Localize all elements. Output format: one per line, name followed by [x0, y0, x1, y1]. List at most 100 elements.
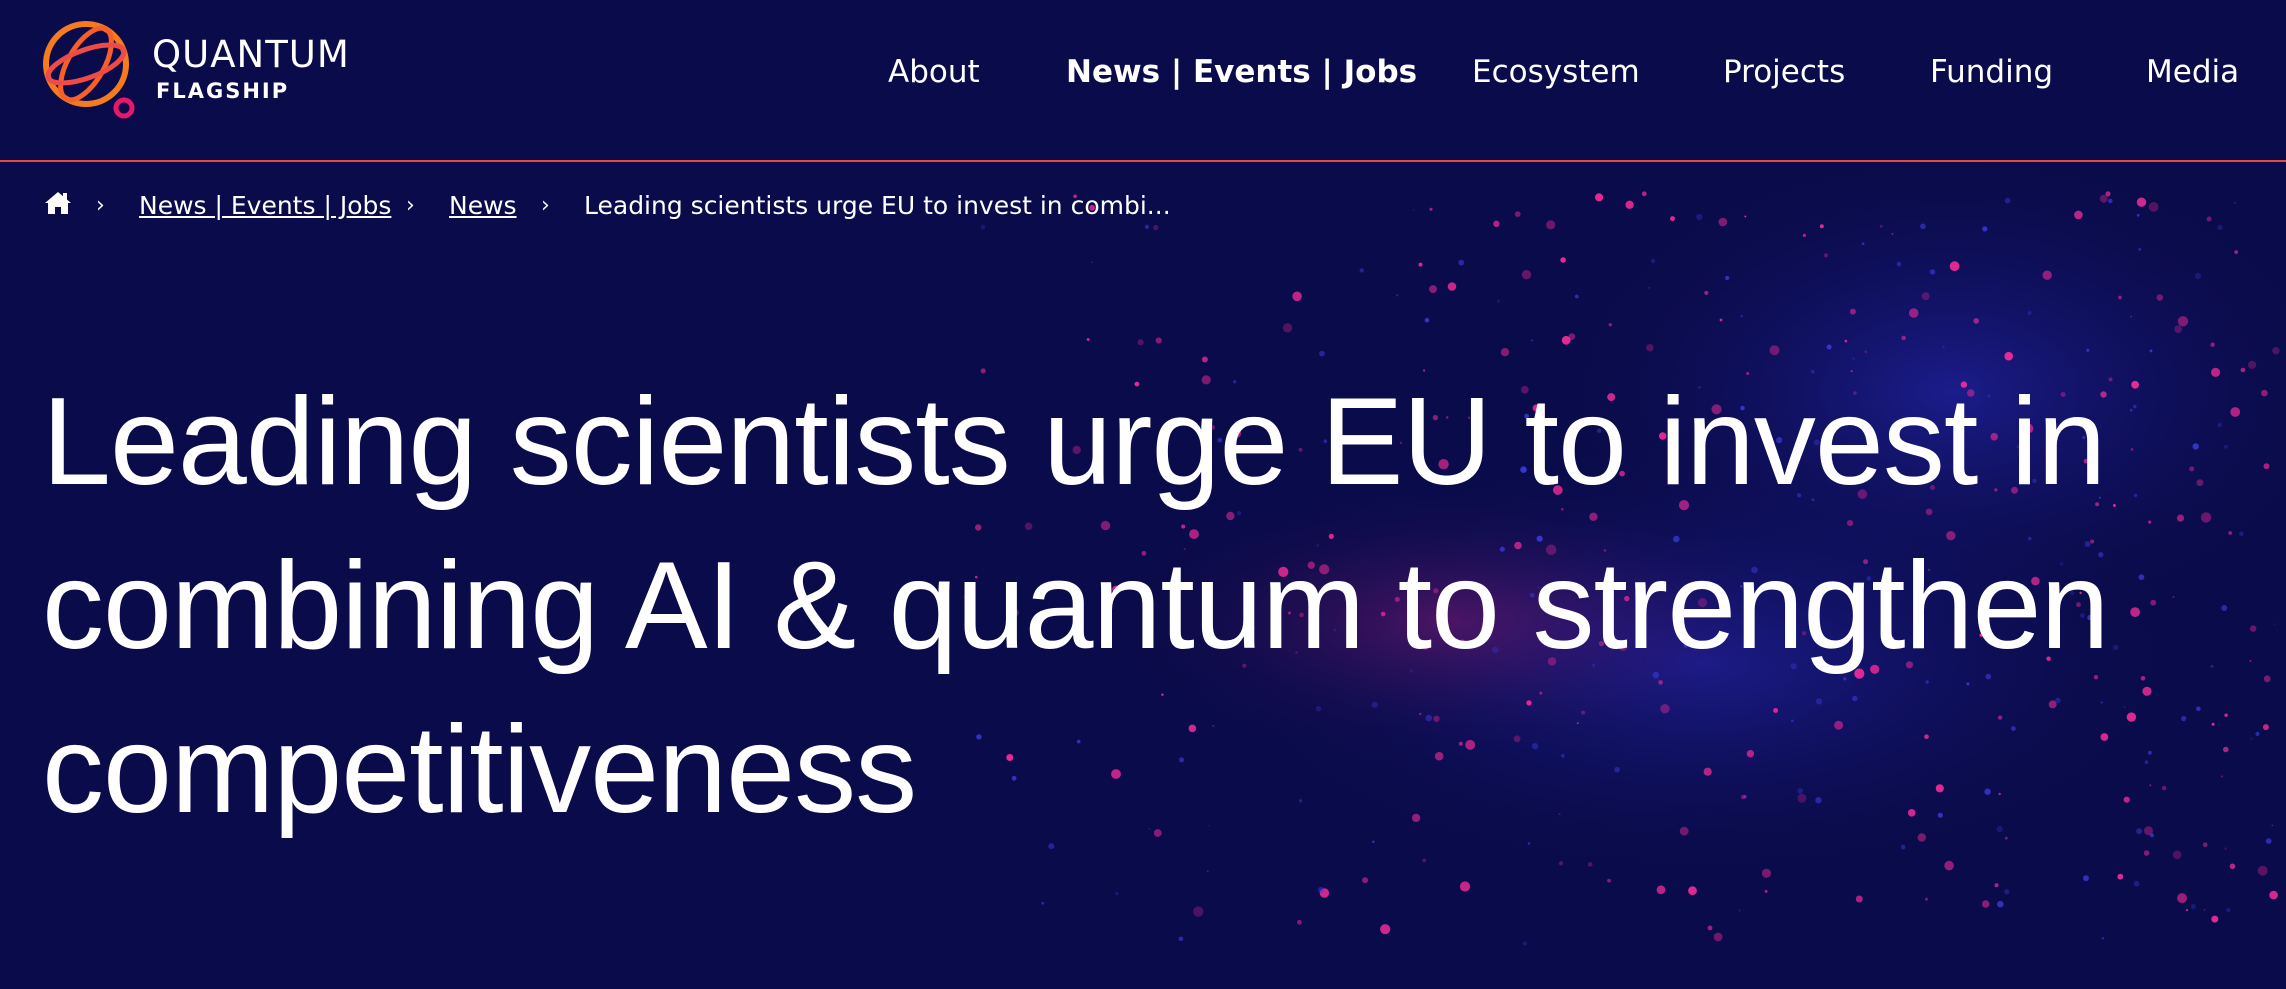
particle-dot: [2210, 342, 2215, 347]
particle-dot: [1459, 881, 1471, 892]
particle-dot: [1193, 906, 1204, 917]
breadcrumb-separator: ›: [96, 193, 105, 218]
particle-dot: [1764, 889, 1768, 893]
particle-dot: [2257, 865, 2268, 876]
particle-dot: [2210, 664, 2214, 668]
particle-dot: [1595, 193, 1604, 202]
particle-dot: [2234, 202, 2236, 204]
particle-dot: [1921, 292, 1930, 301]
particle-dot: [2271, 824, 2274, 827]
particle-dot: [1944, 860, 1954, 871]
particle-dot: [2223, 444, 2228, 449]
particle-dot: [1625, 200, 1634, 209]
particle-dot: [2004, 197, 2011, 204]
particle-dot: [2144, 760, 2149, 765]
particle-dot: [2083, 875, 2089, 882]
particle-dot: [1521, 270, 1532, 280]
breadcrumb-link-news-events-jobs[interactable]: News | Events | Jobs: [139, 186, 391, 226]
nav-item-media[interactable]: Media: [2146, 50, 2239, 94]
particle-dot: [2200, 512, 2212, 523]
particle-dot: [2217, 224, 2223, 230]
particle-dot: [1041, 901, 1045, 905]
particle-dot: [2196, 479, 2204, 487]
particle-dot: [1973, 318, 1979, 324]
particle-dot: [2255, 731, 2260, 737]
particle-dot: [2138, 248, 2142, 251]
breadcrumb-separator: ›: [541, 193, 550, 218]
home-icon[interactable]: [44, 188, 72, 228]
quantum-flagship-logo[interactable]: QUANTUM FLAGSHIP: [42, 20, 372, 124]
particle-dot: [1823, 253, 1828, 258]
particle-dot: [2240, 367, 2246, 373]
particle-dot: [2261, 389, 2268, 397]
breadcrumb-separator: ›: [406, 193, 415, 218]
particle-dot: [1429, 285, 1437, 294]
particle-dot: [1447, 282, 1457, 291]
particle-dot: [2172, 850, 2182, 860]
particle-dot: [1901, 335, 1906, 341]
particle-dot: [1994, 883, 1999, 888]
particle-dot: [2148, 202, 2159, 212]
breadcrumb-link-news[interactable]: News: [449, 186, 517, 226]
particle-dot: [2269, 890, 2278, 900]
particle-dot: [1362, 877, 1369, 884]
particle-dot: [1458, 259, 1465, 266]
logo-subtitle: FLAGSHIP: [156, 79, 290, 103]
particle-dot: [1864, 350, 1868, 353]
particle-dot: [2263, 463, 2270, 470]
particle-dot: [2148, 520, 2152, 524]
particle-dot: [1422, 858, 1426, 863]
particle-dot: [1713, 932, 1723, 942]
particle-dot: [1744, 215, 1747, 218]
nav-item-funding[interactable]: Funding: [1930, 50, 2053, 94]
particle-dot: [1646, 344, 1654, 352]
nav-item-news-events-jobs[interactable]: News | Events | Jobs: [1066, 50, 1417, 94]
particle-dot: [1206, 870, 1209, 873]
particle-dot: [2117, 873, 2124, 880]
particle-dot: [1380, 924, 1391, 935]
particle-dot: [1418, 262, 1423, 267]
particle-dot: [1908, 308, 1919, 318]
particle-dot: [2226, 907, 2231, 913]
particle-dot: [1424, 317, 1430, 323]
particle-dot: [1317, 886, 1325, 894]
particle-dot: [1704, 290, 1709, 295]
particle-dot: [1568, 333, 1576, 340]
particle-dot: [2263, 675, 2271, 683]
particle-dot: [2203, 908, 2206, 911]
particle-dot: [2211, 722, 2215, 726]
particle-dot: [2189, 466, 2195, 472]
particle-dot: [2217, 422, 2222, 428]
particle-dot: [1607, 878, 1611, 883]
particle-dot: [2220, 775, 2223, 778]
particle-dot: [1648, 286, 1651, 289]
particle-dot: [1319, 888, 1330, 898]
particle-dot: [2156, 294, 2164, 301]
particle-dot: [2202, 842, 2208, 848]
particle-dot: [1891, 233, 1894, 235]
nav-item-ecosystem[interactable]: Ecosystem: [1472, 50, 1640, 94]
particle-dot: [2224, 713, 2228, 717]
particle-dot: [1769, 345, 1780, 356]
particle-dot: [2211, 367, 2221, 377]
particle-dot: [1608, 323, 1613, 327]
particle-dot: [2027, 311, 2032, 315]
particle-dot: [2074, 210, 2083, 220]
particle-dot: [2249, 660, 2252, 662]
particle-dot: [1429, 207, 1433, 211]
particle-dot: [2262, 724, 2269, 731]
particle-dot: [2150, 599, 2157, 606]
nav-item-about[interactable]: About: [888, 50, 980, 94]
particle-dot: [2042, 270, 2052, 280]
nav-item-projects[interactable]: Projects: [1723, 50, 1845, 94]
particle-dot: [1761, 868, 1772, 878]
particle-dot: [2185, 908, 2189, 912]
particle-dot: [2149, 349, 2153, 353]
particle-dot: [1920, 223, 1926, 230]
particle-dot: [1522, 941, 1527, 946]
particle-dot: [2172, 596, 2175, 598]
particle-dot: [1981, 900, 1990, 908]
particle-dot: [1558, 861, 1564, 866]
particle-dot: [1896, 261, 1902, 267]
particle-dot: [2101, 936, 2105, 940]
